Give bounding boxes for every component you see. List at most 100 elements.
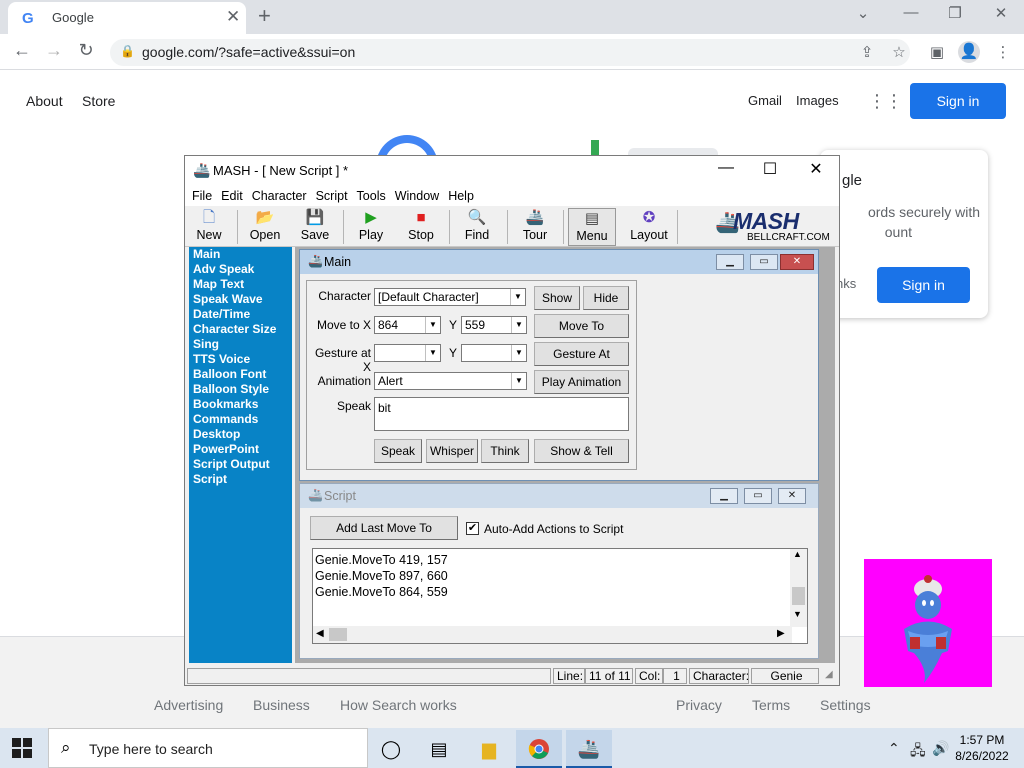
- menu-view-button[interactable]: ▤ Menu: [568, 208, 616, 246]
- open-button[interactable]: 📂 Open: [241, 208, 289, 246]
- sidebar-item-script[interactable]: Script: [189, 472, 292, 487]
- address-bar[interactable]: 🔒 google.com/?safe=active&ssui=on: [110, 39, 910, 66]
- bookmark-star-icon[interactable]: ☆: [888, 43, 910, 61]
- footer-settings-link[interactable]: Settings: [820, 697, 871, 713]
- vertical-scroll-thumb[interactable]: [792, 587, 805, 605]
- new-tab-icon[interactable]: +: [258, 3, 271, 29]
- forward-icon[interactable]: →: [42, 40, 66, 61]
- sidebar-item-sing[interactable]: Sing: [189, 337, 292, 352]
- menu-tools[interactable]: Tools: [357, 189, 386, 203]
- show-button[interactable]: Show: [534, 286, 580, 310]
- whisper-button[interactable]: Whisper: [426, 439, 478, 463]
- think-button[interactable]: Think: [481, 439, 529, 463]
- character-select[interactable]: [Default Character] ▼: [374, 288, 526, 306]
- profile-avatar-icon[interactable]: 👤: [958, 41, 980, 63]
- images-link[interactable]: Images: [796, 93, 839, 108]
- move-to-y-field[interactable]: 559 ▼: [461, 316, 527, 334]
- horizontal-scrollbar[interactable]: ◀ ▶: [313, 626, 792, 643]
- gesture-at-button[interactable]: Gesture At: [534, 342, 629, 366]
- footer-business-link[interactable]: Business: [253, 697, 310, 713]
- sidebar-item-main[interactable]: Main: [189, 247, 292, 262]
- auto-add-checkbox[interactable]: ✔: [466, 522, 479, 535]
- footer-privacy-link[interactable]: Privacy: [676, 697, 722, 713]
- gmail-link[interactable]: Gmail: [748, 93, 782, 108]
- play-button[interactable]: ▶ Play: [347, 208, 395, 246]
- sign-in-button[interactable]: Sign in: [910, 83, 1006, 119]
- close-browser-icon[interactable]: ✕: [986, 4, 1016, 22]
- animation-select[interactable]: Alert ▼: [374, 372, 527, 390]
- sidebar-item-map-text[interactable]: Map Text: [189, 277, 292, 292]
- sidebar-item-script-output[interactable]: Script Output: [189, 457, 292, 472]
- sidebar-item-adv-speak[interactable]: Adv Speak: [189, 262, 292, 277]
- sidebar-item-powerpoint[interactable]: PowerPoint: [189, 442, 292, 457]
- speak-text-field[interactable]: bit: [374, 397, 629, 431]
- scroll-right-icon[interactable]: ▶: [777, 628, 785, 639]
- windows-start-icon[interactable]: [12, 738, 32, 758]
- main-minimize-icon[interactable]: ▁: [716, 254, 744, 270]
- genie-character[interactable]: [864, 559, 992, 687]
- sidebar-item-character-size[interactable]: Character Size: [189, 322, 292, 337]
- sidebar-item-desktop[interactable]: Desktop: [189, 427, 292, 442]
- menu-help[interactable]: Help: [448, 189, 474, 203]
- widgets-icon[interactable]: ▤: [416, 730, 462, 768]
- footer-how-search-works-link[interactable]: How Search works: [340, 697, 457, 713]
- scroll-up-icon[interactable]: ▲: [793, 549, 802, 559]
- gesture-y-field[interactable]: ▼: [461, 344, 527, 362]
- script-editor[interactable]: Genie.MoveTo 419, 157 Genie.MoveTo 897, …: [312, 548, 808, 644]
- store-link[interactable]: Store: [82, 93, 115, 109]
- move-to-button[interactable]: Move To: [534, 314, 629, 338]
- sidebar-item-balloon-style[interactable]: Balloon Style: [189, 382, 292, 397]
- about-link[interactable]: About: [26, 93, 63, 109]
- sidebar-item-commands[interactable]: Commands: [189, 412, 292, 427]
- close-tab-icon[interactable]: ✕: [226, 7, 240, 27]
- script-restore-icon[interactable]: ▭: [744, 488, 772, 504]
- stop-button[interactable]: ■ Stop: [397, 208, 445, 246]
- tour-button[interactable]: 🚢 Tour: [511, 208, 559, 246]
- network-icon[interactable]: 🖧: [910, 740, 926, 764]
- menu-edit[interactable]: Edit: [221, 189, 243, 203]
- mash-maximize-icon[interactable]: ☐: [747, 159, 793, 179]
- mash-close-icon[interactable]: ✕: [793, 159, 839, 179]
- system-clock[interactable]: 1:57 PM 8/26/2022: [948, 732, 1016, 764]
- vertical-scrollbar[interactable]: ▲ ▼: [790, 549, 807, 627]
- scroll-down-icon[interactable]: ▼: [793, 609, 802, 619]
- layout-button[interactable]: ✪ Layout: [625, 208, 673, 246]
- footer-terms-link[interactable]: Terms: [752, 697, 790, 713]
- speak-button[interactable]: Speak: [374, 439, 422, 463]
- menu-file[interactable]: File: [192, 189, 212, 203]
- show-hidden-icons-icon[interactable]: ⌃: [888, 740, 900, 757]
- move-to-x-field[interactable]: 864 ▼: [374, 316, 441, 334]
- footer-advertising-link[interactable]: Advertising: [154, 697, 223, 713]
- chrome-taskbar-icon[interactable]: [516, 730, 562, 768]
- resize-grip-icon[interactable]: ◢: [825, 669, 833, 680]
- volume-icon[interactable]: 🔊: [932, 740, 949, 757]
- back-icon[interactable]: ←: [10, 40, 34, 61]
- menu-window[interactable]: Window: [395, 189, 439, 203]
- restore-browser-icon[interactable]: ❐: [940, 4, 970, 22]
- share-icon[interactable]: ⇪: [856, 43, 878, 61]
- horizontal-scroll-thumb[interactable]: [329, 628, 347, 641]
- menu-character[interactable]: Character: [252, 189, 307, 203]
- script-close-icon[interactable]: ✕: [778, 488, 806, 504]
- task-view-icon[interactable]: ◯: [368, 730, 414, 768]
- script-minimize-icon[interactable]: ▁: [710, 488, 738, 504]
- gesture-x-field[interactable]: ▼: [374, 344, 441, 362]
- menu-script[interactable]: Script: [316, 189, 348, 203]
- sidebar-item-bookmarks[interactable]: Bookmarks: [189, 397, 292, 412]
- tab-search-icon[interactable]: ⌄: [848, 4, 878, 22]
- show-and-tell-button[interactable]: Show & Tell: [534, 439, 629, 463]
- sidebar-item-tts-voice[interactable]: TTS Voice: [189, 352, 292, 367]
- save-button[interactable]: 💾 Save: [291, 208, 339, 246]
- add-last-move-to-button[interactable]: Add Last Move To: [310, 516, 458, 540]
- mash-taskbar-icon[interactable]: 🚢: [566, 730, 612, 768]
- new-button[interactable]: 🗋 New: [185, 208, 233, 246]
- mash-minimize-icon[interactable]: —: [703, 159, 749, 177]
- main-close-icon[interactable]: ✕: [780, 254, 814, 270]
- file-explorer-icon[interactable]: ▆: [466, 730, 512, 768]
- browser-tab[interactable]: G Google ✕: [8, 2, 246, 34]
- browser-menu-icon[interactable]: ⋮: [992, 43, 1014, 61]
- hide-button[interactable]: Hide: [583, 286, 629, 310]
- main-restore-icon[interactable]: ▭: [750, 254, 778, 270]
- play-animation-button[interactable]: Play Animation: [534, 370, 629, 394]
- sidebar-item-balloon-font[interactable]: Balloon Font: [189, 367, 292, 382]
